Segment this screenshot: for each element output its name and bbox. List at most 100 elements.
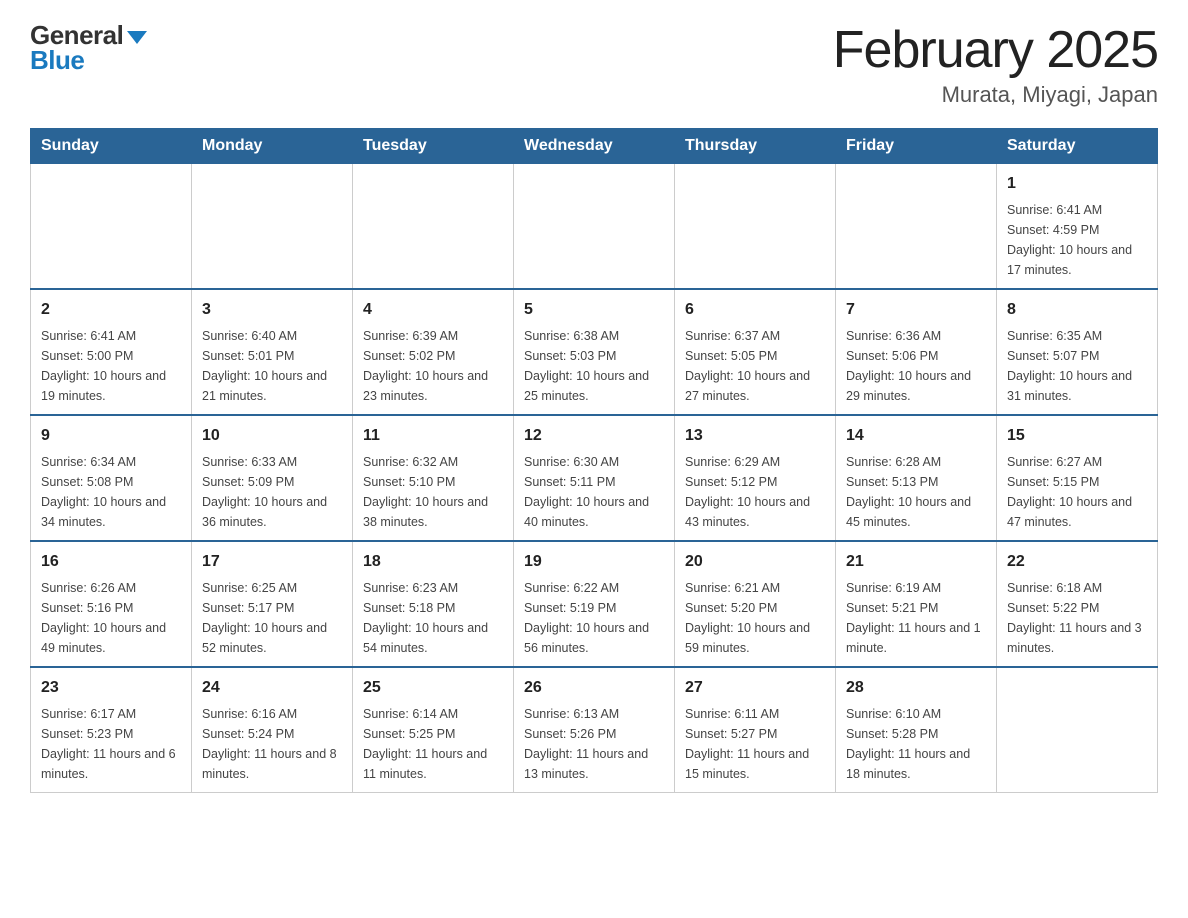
weekday-header-thursday: Thursday [675, 129, 836, 164]
calendar-cell [192, 164, 353, 290]
day-info: Sunrise: 6:19 AM Sunset: 5:21 PM Dayligh… [846, 578, 986, 658]
calendar-week-row: 16 Sunrise: 6:26 AM Sunset: 5:16 PM Dayli… [31, 541, 1158, 667]
day-number: 9 [41, 424, 181, 448]
weekday-header-saturday: Saturday [997, 129, 1158, 164]
day-number: 20 [685, 550, 825, 574]
day-info: Sunrise: 6:10 AM Sunset: 5:28 PM Dayligh… [846, 704, 986, 784]
calendar-cell: 3 Sunrise: 6:40 AM Sunset: 5:01 PM Daylig… [192, 289, 353, 415]
day-number: 23 [41, 676, 181, 700]
calendar-cell: 13Sunrise: 6:29 AM Sunset: 5:12 PM Dayli… [675, 415, 836, 541]
weekday-header-wednesday: Wednesday [514, 129, 675, 164]
day-info: Sunrise: 6:39 AM Sunset: 5:02 PM Dayligh… [363, 326, 503, 406]
day-number: 17 [202, 550, 342, 574]
day-info: Sunrise: 6:30 AM Sunset: 5:11 PM Dayligh… [524, 452, 664, 532]
calendar-cell: 7 Sunrise: 6:36 AM Sunset: 5:06 PM Daylig… [836, 289, 997, 415]
weekday-header-monday: Monday [192, 129, 353, 164]
day-info: Sunrise: 6:40 AM Sunset: 5:01 PM Dayligh… [202, 326, 342, 406]
day-number: 22 [1007, 550, 1147, 574]
day-number: 15 [1007, 424, 1147, 448]
day-number: 12 [524, 424, 664, 448]
day-number: 14 [846, 424, 986, 448]
day-info: Sunrise: 6:28 AM Sunset: 5:13 PM Dayligh… [846, 452, 986, 532]
logo-blue-text: Blue [30, 45, 84, 76]
day-number: 3 [202, 298, 342, 322]
day-info: Sunrise: 6:34 AM Sunset: 5:08 PM Dayligh… [41, 452, 181, 532]
calendar-cell [514, 164, 675, 290]
day-info: Sunrise: 6:21 AM Sunset: 5:20 PM Dayligh… [685, 578, 825, 658]
calendar-cell: 5 Sunrise: 6:38 AM Sunset: 5:03 PM Daylig… [514, 289, 675, 415]
day-info: Sunrise: 6:17 AM Sunset: 5:23 PM Dayligh… [41, 704, 181, 784]
calendar-cell: 19 Sunrise: 6:22 AM Sunset: 5:19 PM Dayli… [514, 541, 675, 667]
day-number: 21 [846, 550, 986, 574]
calendar-cell: 8 Sunrise: 6:35 AM Sunset: 5:07 PM Daylig… [997, 289, 1158, 415]
day-info: Sunrise: 6:27 AM Sunset: 5:15 PM Dayligh… [1007, 452, 1147, 532]
calendar-cell: 23 Sunrise: 6:17 AM Sunset: 5:23 PM Dayli… [31, 667, 192, 793]
calendar-cell: 12 Sunrise: 6:30 AM Sunset: 5:11 PM Dayli… [514, 415, 675, 541]
day-number: 27 [685, 676, 825, 700]
day-number: 1 [1007, 172, 1147, 196]
calendar-cell: 20 Sunrise: 6:21 AM Sunset: 5:20 PM Dayli… [675, 541, 836, 667]
page-header: General Blue February 2025 Murata, Miyag… [30, 20, 1158, 108]
day-info: Sunrise: 6:22 AM Sunset: 5:19 PM Dayligh… [524, 578, 664, 658]
calendar-cell: 9 Sunrise: 6:34 AM Sunset: 5:08 PM Daylig… [31, 415, 192, 541]
day-info: Sunrise: 6:23 AM Sunset: 5:18 PM Dayligh… [363, 578, 503, 658]
weekday-header-tuesday: Tuesday [353, 129, 514, 164]
calendar-table: SundayMondayTuesdayWednesdayThursdayFrid… [30, 128, 1158, 793]
weekday-header-sunday: Sunday [31, 129, 192, 164]
day-info: Sunrise: 6:18 AM Sunset: 5:22 PM Dayligh… [1007, 578, 1147, 658]
day-number: 28 [846, 676, 986, 700]
calendar-cell [997, 667, 1158, 793]
calendar-cell: 24 Sunrise: 6:16 AM Sunset: 5:24 PM Dayli… [192, 667, 353, 793]
day-number: 26 [524, 676, 664, 700]
day-info: Sunrise: 6:11 AM Sunset: 5:27 PM Dayligh… [685, 704, 825, 784]
calendar-cell [353, 164, 514, 290]
calendar-cell: 26 Sunrise: 6:13 AM Sunset: 5:26 PM Dayli… [514, 667, 675, 793]
day-info: Sunrise: 6:37 AM Sunset: 5:05 PM Dayligh… [685, 326, 825, 406]
day-info: Sunrise: 6:26 AM Sunset: 5:16 PM Dayligh… [41, 578, 181, 658]
calendar-cell: 22 Sunrise: 6:18 AM Sunset: 5:22 PM Dayli… [997, 541, 1158, 667]
weekday-header-friday: Friday [836, 129, 997, 164]
calendar-cell: 21 Sunrise: 6:19 AM Sunset: 5:21 PM Dayli… [836, 541, 997, 667]
day-info: Sunrise: 6:29 AM Sunset: 5:12 PM Dayligh… [685, 452, 825, 532]
month-title: February 2025 [833, 20, 1158, 80]
calendar-cell [836, 164, 997, 290]
day-number: 5 [524, 298, 664, 322]
day-number: 10 [202, 424, 342, 448]
calendar-cell: 17 Sunrise: 6:25 AM Sunset: 5:17 PM Dayli… [192, 541, 353, 667]
calendar-cell: 28 Sunrise: 6:10 AM Sunset: 5:28 PM Dayli… [836, 667, 997, 793]
calendar-cell: 4 Sunrise: 6:39 AM Sunset: 5:02 PM Daylig… [353, 289, 514, 415]
day-number: 11 [363, 424, 503, 448]
calendar-cell [675, 164, 836, 290]
day-number: 16 [41, 550, 181, 574]
day-info: Sunrise: 6:25 AM Sunset: 5:17 PM Dayligh… [202, 578, 342, 658]
calendar-cell: 16 Sunrise: 6:26 AM Sunset: 5:16 PM Dayli… [31, 541, 192, 667]
day-info: Sunrise: 6:35 AM Sunset: 5:07 PM Dayligh… [1007, 326, 1147, 406]
day-number: 4 [363, 298, 503, 322]
calendar-cell: 18 Sunrise: 6:23 AM Sunset: 5:18 PM Dayli… [353, 541, 514, 667]
calendar-cell: 14 Sunrise: 6:28 AM Sunset: 5:13 PM Dayli… [836, 415, 997, 541]
weekday-header-row: SundayMondayTuesdayWednesdayThursdayFrid… [31, 129, 1158, 164]
day-number: 19 [524, 550, 664, 574]
day-info: Sunrise: 6:41 AM Sunset: 5:00 PM Dayligh… [41, 326, 181, 406]
day-number: 6 [685, 298, 825, 322]
calendar-cell [31, 164, 192, 290]
calendar-cell: 10 Sunrise: 6:33 AM Sunset: 5:09 PM Dayli… [192, 415, 353, 541]
calendar-cell: 2 Sunrise: 6:41 AM Sunset: 5:00 PM Daylig… [31, 289, 192, 415]
calendar-week-row: 2 Sunrise: 6:41 AM Sunset: 5:00 PM Daylig… [31, 289, 1158, 415]
day-info: Sunrise: 6:36 AM Sunset: 5:06 PM Dayligh… [846, 326, 986, 406]
day-info: Sunrise: 6:41 AM Sunset: 4:59 PM Dayligh… [1007, 200, 1147, 280]
day-info: Sunrise: 6:13 AM Sunset: 5:26 PM Dayligh… [524, 704, 664, 784]
day-number: 24 [202, 676, 342, 700]
day-number: 2 [41, 298, 181, 322]
day-info: Sunrise: 6:38 AM Sunset: 5:03 PM Dayligh… [524, 326, 664, 406]
day-info: Sunrise: 6:33 AM Sunset: 5:09 PM Dayligh… [202, 452, 342, 532]
logo-arrow-icon [127, 31, 147, 44]
calendar-cell: 15 Sunrise: 6:27 AM Sunset: 5:15 PM Dayli… [997, 415, 1158, 541]
day-info: Sunrise: 6:32 AM Sunset: 5:10 PM Dayligh… [363, 452, 503, 532]
day-number: 18 [363, 550, 503, 574]
day-info: Sunrise: 6:16 AM Sunset: 5:24 PM Dayligh… [202, 704, 342, 784]
day-number: 7 [846, 298, 986, 322]
calendar-week-row: 23 Sunrise: 6:17 AM Sunset: 5:23 PM Dayli… [31, 667, 1158, 793]
location: Murata, Miyagi, Japan [833, 82, 1158, 108]
day-number: 8 [1007, 298, 1147, 322]
